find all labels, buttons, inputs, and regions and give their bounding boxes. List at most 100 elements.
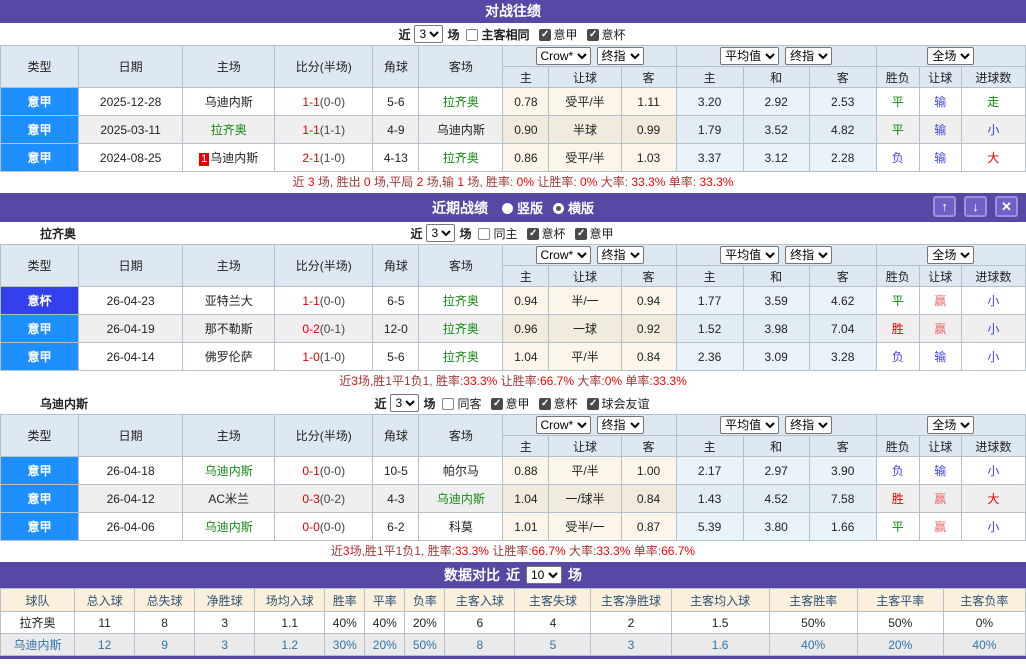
odds-stage-select[interactable]: 终指 [596,246,644,264]
avg-away-cell: 3.90 [808,456,877,485]
league-cell: 意杯 [0,286,80,315]
checkbox-label: 同主 [493,226,518,241]
handicap-cell: 半/一 [548,286,622,315]
summary-text: 近 [330,544,343,558]
odds-away-cell: 1.03 [620,143,677,172]
avg-away-cell: 2.53 [808,87,877,116]
stat-cell: 5 [514,633,592,656]
avg-draw-cell: 4.52 [742,484,810,513]
udinese-games-select[interactable]: 3 [390,394,420,412]
corner-cell: 4-3 [372,484,420,513]
checkbox-label: 意杯 [541,226,566,241]
handicap-cell: 受平/半 [548,87,622,116]
checkbox-同主[interactable] [478,227,491,240]
date-cell: 26-04-23 [78,286,184,315]
column-header: 主客负率 [942,588,1026,612]
date-cell: 26-04-19 [78,314,184,343]
checkbox-同客[interactable] [442,397,455,410]
scope-select[interactable]: 全场 [927,246,975,264]
checkbox-意杯[interactable] [586,28,599,41]
stat-cell: 50% [768,611,858,634]
col-hcap2: 让球 [918,435,962,457]
bookmaker-select[interactable]: Crow* [535,47,591,65]
col-date: 日期 [78,414,184,457]
move-down-button[interactable]: ↓ [964,196,987,217]
col-avg-d: 和 [742,435,810,457]
h2h-table: 类型 日期 主场 比分(半场) 角球 客场 Crow* 终指 平均值 终指 全场 [0,45,1026,172]
avg-draw-cell: 3.80 [742,512,810,541]
move-up-button[interactable]: ↑ [933,196,956,217]
avg-stage-select[interactable]: 终指 [785,47,833,65]
away-team-cell: 乌迪内斯 [418,115,504,144]
corner-cell: 5-6 [372,87,420,116]
avg-select[interactable]: 平均值 [720,246,780,264]
summary-text: 0% [580,175,598,189]
score-cell: 1-1(1-1) [274,115,374,144]
avg-away-cell: 4.62 [808,286,877,315]
compare-games-select[interactable]: 10 [526,566,562,584]
checkbox-意甲[interactable] [538,28,551,41]
avg-draw-cell: 3.12 [742,143,810,172]
scope-select[interactable]: 全场 [927,47,975,65]
stat-cell: 1.2 [254,633,326,656]
checkbox-意甲[interactable] [490,397,503,410]
close-button[interactable]: ✕ [995,196,1018,217]
col-type: 类型 [0,244,80,287]
avg-select[interactable]: 平均值 [720,47,780,65]
lazio-team-label: 拉齐奥 [40,226,77,241]
udinese-filter-checkboxes: 同客 意甲 意杯 球会友谊 [435,395,651,412]
odds-away-cell: 0.92 [620,314,677,343]
result-cell: 平 [875,115,920,144]
bookmaker-select[interactable]: Crow* [535,416,591,434]
summary-text: 3 [307,175,315,189]
date-cell: 26-04-12 [78,484,184,513]
column-header: 主客平率 [856,588,944,612]
stat-cell: 0% [942,611,1026,634]
score-cell: 0-2(0-1) [274,314,374,343]
checkbox-意杯[interactable] [538,397,551,410]
odds-away-cell: 0.87 [620,512,677,541]
checkbox-主客相同[interactable] [466,28,479,41]
col-a: 客 [620,66,677,88]
h2h-games-select[interactable]: 3 [414,25,444,43]
games-label: 场 [423,396,436,411]
col-wdl: 胜负 [875,265,920,287]
summary-text: 场,胜1平1负1, 胜率: [357,374,464,388]
summary-text: 单率: [622,374,653,388]
scope-select[interactable]: 全场 [927,416,975,434]
stat-cell: 20% [364,633,406,656]
score-cell: 1-1(0-0) [274,286,374,315]
recent-title: 近期战绩 [431,199,488,216]
avg-select[interactable]: 平均值 [720,416,780,434]
checkbox-球会友谊[interactable] [586,397,599,410]
bookmaker-select[interactable]: Crow* [535,246,591,264]
compare-row: 拉齐奥 11 8 3 1.1 40% 40% 20% 6 4 2 1.5 50% 50% 0% [0,611,1026,634]
result-cell: 平 [875,286,920,315]
goals-result-cell: 走 [960,87,1026,116]
goals-result-cell: 大 [960,484,1026,513]
away-team-cell: 乌迪内斯 [418,484,504,513]
udinese-team-label: 乌迪内斯 [40,396,89,411]
handicap-cell: 平/半 [548,456,622,485]
col-type: 类型 [0,414,80,457]
handicap-result-cell: 输 [918,456,962,485]
radio-横版[interactable] [553,203,564,214]
column-header: 负率 [404,588,446,612]
col-home: 主场 [182,414,276,457]
stat-cell: 40% [768,633,858,656]
stat-cell: 20% [856,633,944,656]
goals-result-cell: 小 [960,512,1026,541]
avg-stage-select[interactable]: 终指 [785,246,833,264]
avg-stage-select[interactable]: 终指 [785,416,833,434]
checkbox-意杯[interactable] [526,227,539,240]
goals-result-cell: 小 [960,115,1026,144]
odds-stage-select[interactable]: 终指 [596,47,644,65]
games-label: 场 [459,226,472,241]
recent-header-bar: 近期战绩 竖版 横版 ↑ ↓ ✕ [0,193,1026,222]
layout-radios: 竖版 横版 [492,198,594,217]
summary-text: 0% [516,175,535,189]
lazio-games-select[interactable]: 3 [426,224,456,242]
checkbox-意甲[interactable] [574,227,587,240]
radio-竖版[interactable] [501,203,513,214]
odds-stage-select[interactable]: 终指 [596,416,644,434]
